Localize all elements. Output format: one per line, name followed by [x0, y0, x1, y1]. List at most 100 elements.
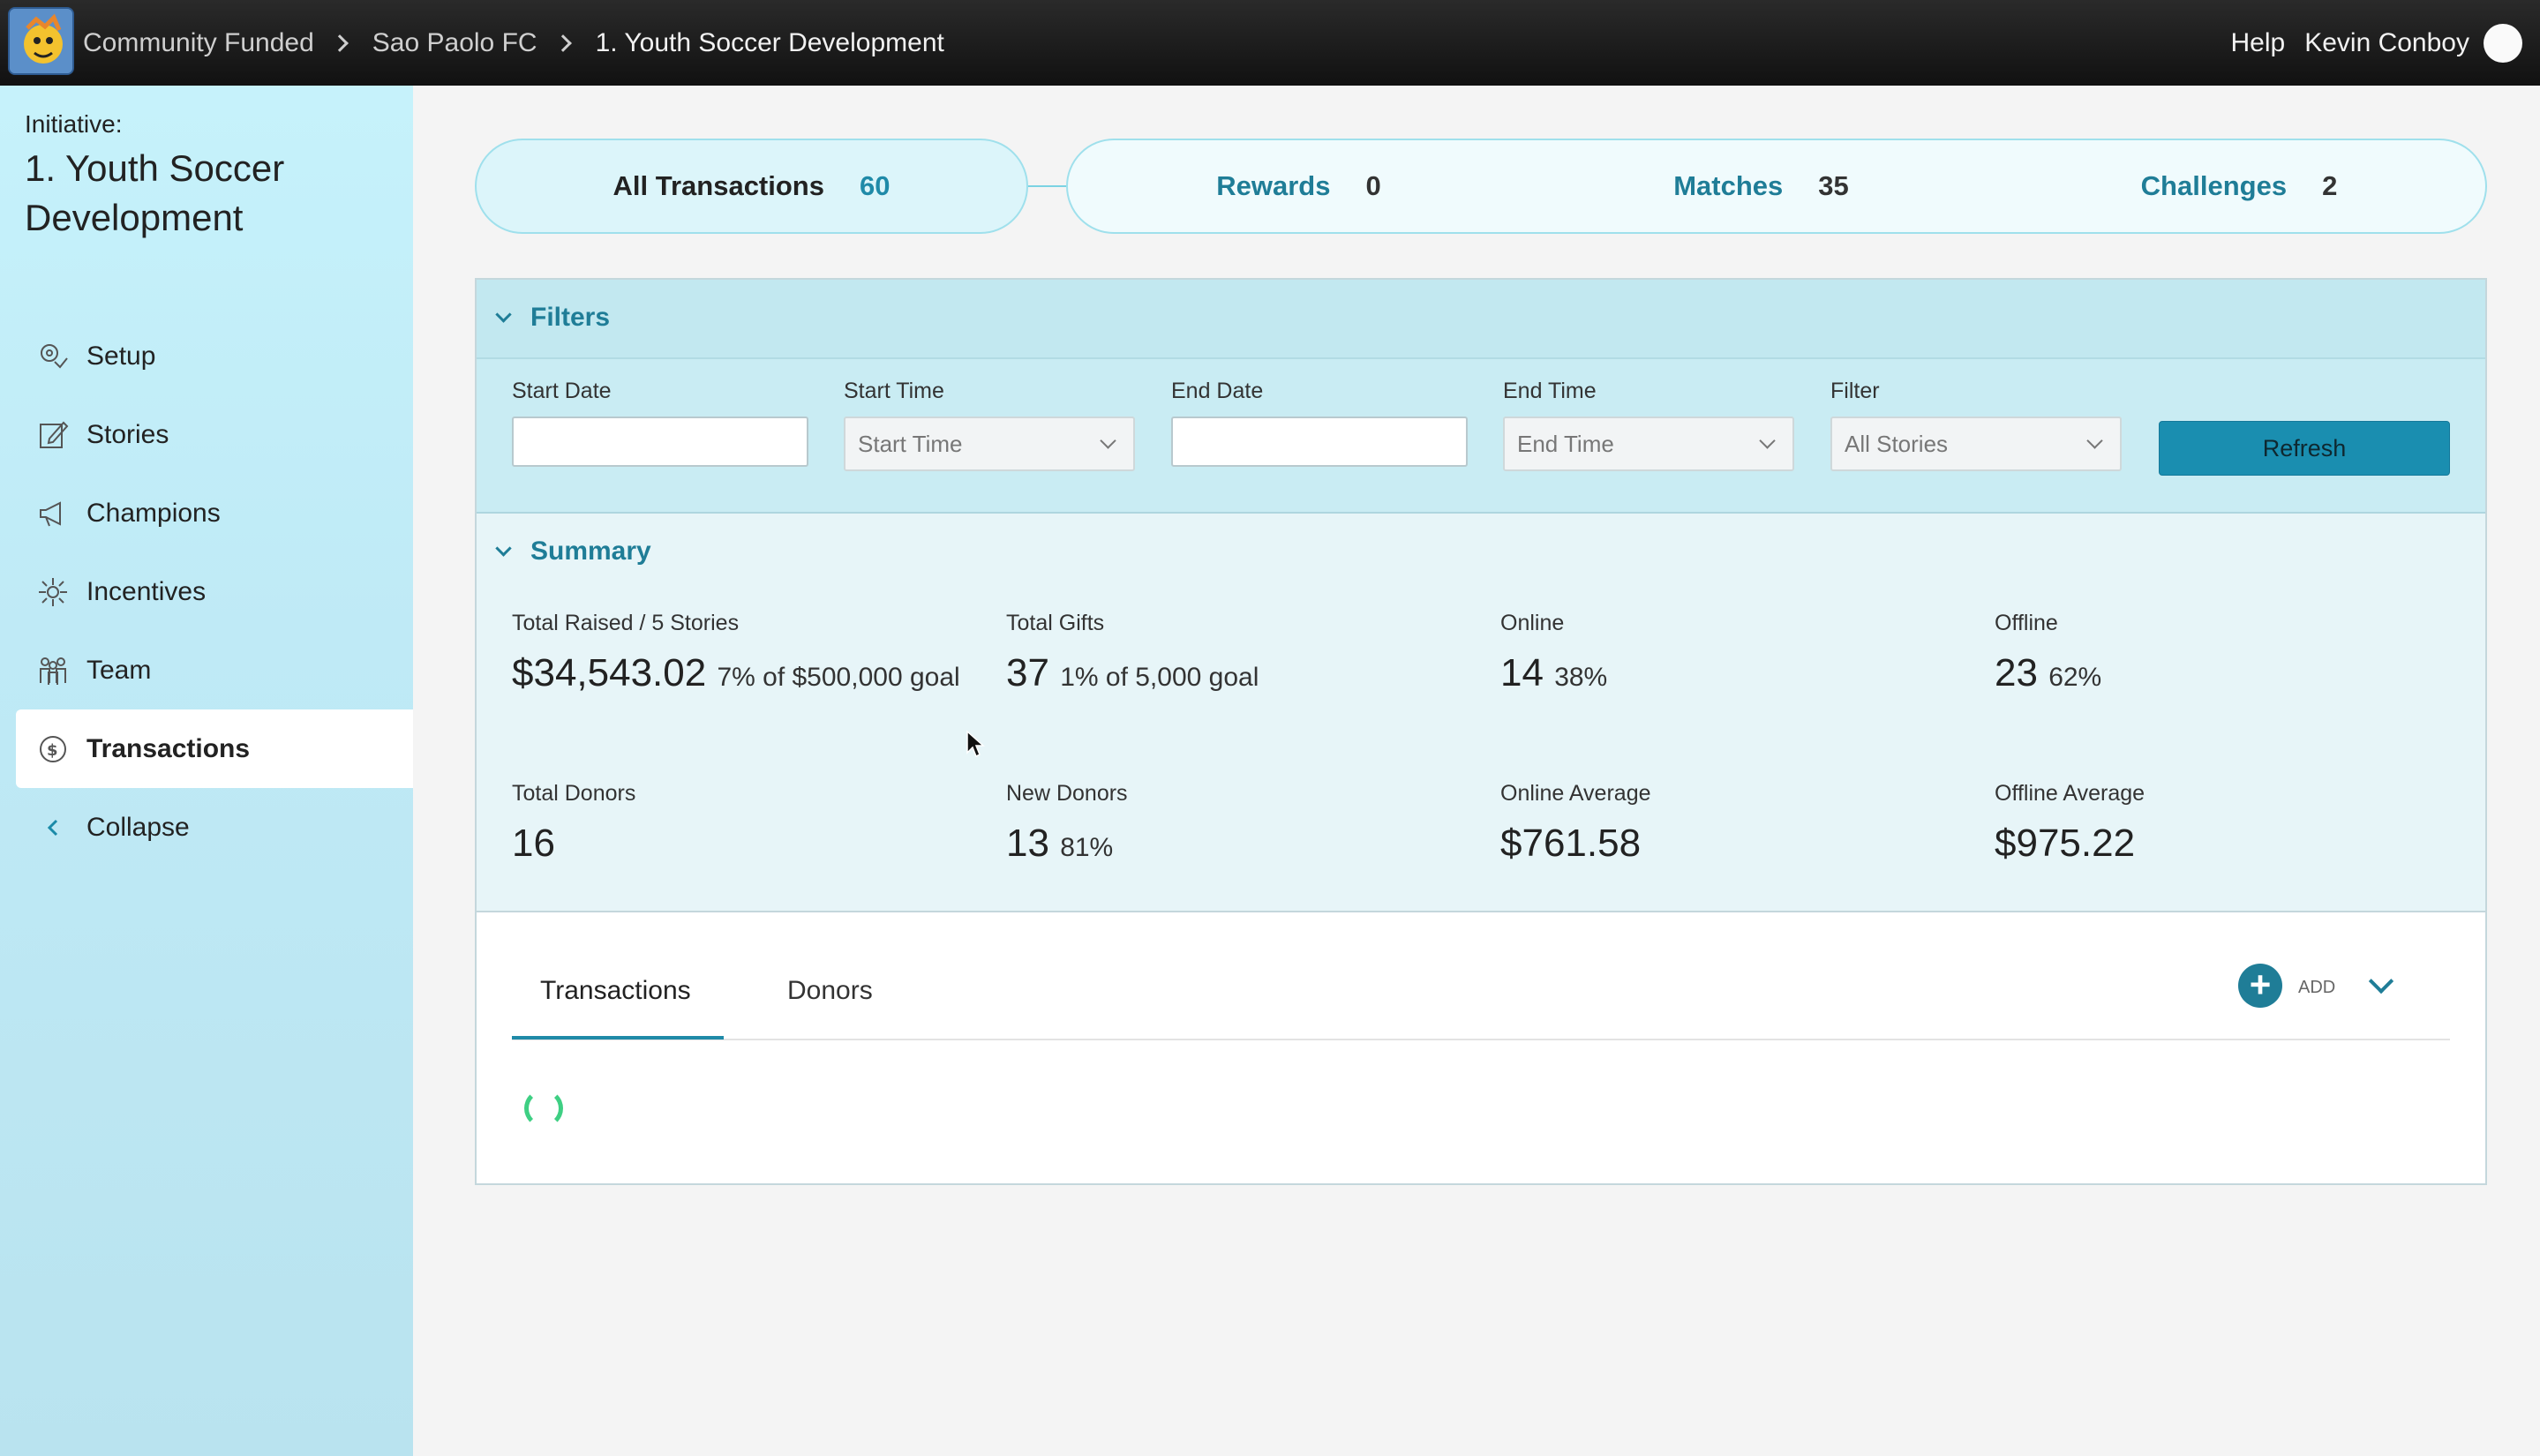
- stat-label: Offline Average: [1995, 781, 2145, 806]
- filters-section: Filters Start Date Start Time Start Time…: [477, 280, 2485, 514]
- team-icon: [35, 653, 71, 688]
- story-filter-field: Filter All Stories: [1830, 379, 2122, 471]
- start-time-value: Start Time: [858, 430, 963, 457]
- sidebar-item-team[interactable]: Team: [16, 631, 413, 709]
- stat-label: Total Raised / 5 Stories: [512, 611, 740, 635]
- stat-offline-average: Offline Average $975.22: [1995, 781, 2454, 868]
- main-content: All Transactions 60 Rewards 0 Matches 35…: [413, 86, 2540, 1456]
- stat-value: 23: [1995, 651, 2038, 694]
- sidebar-item-label: Champions: [86, 498, 221, 528]
- story-filter-value: All Stories: [1845, 430, 1949, 457]
- user-name[interactable]: Kevin Conboy: [2304, 28, 2469, 58]
- breadcrumb-item-community-funded[interactable]: Community Funded: [83, 28, 314, 58]
- tab-all-transactions[interactable]: All Transactions 60: [475, 139, 1028, 234]
- stat-offline: Offline 23 62%: [1995, 611, 2454, 702]
- chevron-down-icon[interactable]: [2368, 968, 2394, 994]
- transactions-list-section: Transactions Donors + ADD: [477, 912, 2485, 1183]
- initiative-label: Initiative:: [25, 110, 123, 138]
- breadcrumb: Community Funded Sao Paolo FC 1. Youth S…: [83, 0, 944, 86]
- summary-title[interactable]: Summary: [530, 537, 651, 567]
- chevron-down-icon: [1100, 432, 1116, 449]
- stat-sub: 7% of $500,000 goal: [717, 663, 960, 692]
- tab-label: Challenges: [2140, 170, 2288, 201]
- refresh-button[interactable]: Refresh: [2159, 421, 2450, 476]
- stat-label: Offline: [1995, 611, 2058, 635]
- story-filter-select[interactable]: All Stories: [1830, 417, 2122, 471]
- tab-count: 60: [859, 170, 891, 201]
- filters-header[interactable]: Filters: [477, 280, 2485, 359]
- end-time-value: End Time: [1517, 430, 1614, 457]
- sidebar-item-setup[interactable]: Setup: [16, 317, 413, 395]
- end-date-label: End Date: [1171, 379, 1264, 403]
- add-button-label[interactable]: ADD: [2298, 978, 2335, 998]
- tab-label: Matches: [1673, 170, 1784, 201]
- start-date-label: Start Date: [512, 379, 612, 403]
- stat-total-raised: Total Raised / 5 Stories $34,543.02 7% o…: [512, 611, 971, 702]
- stat-total-donors: Total Donors 16: [512, 781, 971, 868]
- sidebar-item-incentives[interactable]: Incentives: [16, 552, 413, 631]
- tab-donors[interactable]: Donors: [787, 976, 873, 1006]
- tab-matches[interactable]: Matches 35: [1529, 139, 1995, 234]
- end-time-select[interactable]: End Time: [1503, 417, 1794, 471]
- stat-value: 16: [512, 822, 555, 865]
- tab-rewards[interactable]: Rewards 0: [1066, 139, 1531, 234]
- start-time-select[interactable]: Start Time: [844, 417, 1135, 471]
- start-date-input[interactable]: [512, 417, 808, 467]
- active-tab-indicator: [512, 1036, 724, 1039]
- summary-section: Summary Total Raised / 5 Stories $34,543…: [477, 514, 2485, 912]
- add-icon[interactable]: +: [2238, 964, 2282, 1008]
- sparkle-icon: [35, 574, 71, 610]
- sidebar-item-stories[interactable]: Stories: [16, 395, 413, 474]
- tab-challenges[interactable]: Challenges 2: [1993, 139, 2487, 234]
- tab-transactions[interactable]: Transactions: [540, 976, 691, 1006]
- tab-connector: [1026, 185, 1066, 187]
- sidebar-item-champions[interactable]: Champions: [16, 474, 413, 552]
- stat-value: 37: [1006, 651, 1049, 694]
- transactions-panel: Filters Start Date Start Time Start Time…: [475, 278, 2487, 1185]
- sidebar-item-label: Incentives: [86, 576, 207, 606]
- setup-icon: [35, 339, 71, 374]
- stat-value: $761.58: [1500, 822, 1642, 865]
- stat-label: New Donors: [1006, 781, 1128, 806]
- help-link[interactable]: Help: [2231, 28, 2286, 58]
- top-bar: Community Funded Sao Paolo FC 1. Youth S…: [0, 0, 2540, 86]
- stat-sub: 1% of 5,000 goal: [1060, 663, 1259, 692]
- chevron-right-icon: [330, 34, 349, 52]
- mouse-cursor-icon: [966, 730, 985, 758]
- chevron-down-icon: [1759, 432, 1776, 449]
- end-date-field: End Date: [1171, 379, 1468, 467]
- stat-new-donors: New Donors 13 81%: [1006, 781, 1465, 873]
- avatar[interactable]: [2484, 23, 2522, 63]
- chevron-down-icon[interactable]: [495, 539, 512, 557]
- stat-sub: 81%: [1060, 833, 1114, 862]
- tab-label: All Transactions: [612, 170, 824, 201]
- stat-total-gifts: Total Gifts 37 1% of 5,000 goal: [1006, 611, 1465, 702]
- breadcrumb-item-initiative[interactable]: 1. Youth Soccer Development: [596, 28, 944, 58]
- transaction-type-tabs: All Transactions 60 Rewards 0 Matches 35…: [475, 139, 2487, 234]
- end-date-input[interactable]: [1171, 417, 1468, 467]
- breadcrumb-item-sao-paolo-fc[interactable]: Sao Paolo FC: [372, 28, 537, 58]
- sidebar-item-transactions[interactable]: $ Transactions: [16, 709, 413, 788]
- filters-title[interactable]: Filters: [530, 303, 610, 333]
- stat-online-average: Online Average $761.58: [1500, 781, 1959, 868]
- tab-count: 0: [1365, 170, 1381, 201]
- stat-value: 13: [1006, 822, 1049, 865]
- sidebar-collapse-button[interactable]: Collapse: [16, 788, 413, 867]
- stat-sub: 62%: [2048, 663, 2102, 692]
- tab-divider: [512, 1039, 2450, 1040]
- money-icon: $: [35, 732, 71, 767]
- app-logo-icon[interactable]: [8, 7, 74, 75]
- chevron-right-icon: [553, 34, 572, 52]
- story-filter-label: Filter: [1830, 379, 1880, 403]
- sidebar-item-label: Collapse: [86, 812, 190, 842]
- chevron-down-icon[interactable]: [495, 305, 512, 323]
- end-time-field: End Time End Time: [1503, 379, 1794, 471]
- stat-value: $34,543.02: [512, 651, 707, 694]
- initiative-title: 1. Youth Soccer Development: [25, 147, 285, 238]
- stat-sub: 38%: [1554, 663, 1608, 692]
- end-time-label: End Time: [1503, 379, 1597, 403]
- edit-icon: [35, 417, 71, 453]
- tab-count: 2: [2322, 170, 2338, 201]
- stat-label: Total Gifts: [1006, 611, 1105, 635]
- megaphone-icon: [35, 496, 71, 531]
